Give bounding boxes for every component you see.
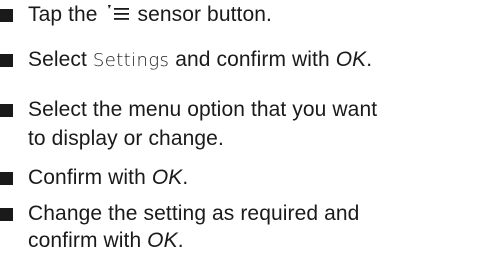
step-2-middle: and confirm with bbox=[175, 48, 330, 71]
bullet-icon bbox=[0, 208, 13, 221]
bullet-icon bbox=[0, 104, 13, 117]
bullet-icon bbox=[0, 9, 13, 22]
sensor-menu-icon bbox=[106, 3, 130, 23]
step-2-suffix: . bbox=[366, 48, 373, 71]
ok-label: OK bbox=[151, 166, 183, 189]
step-5-suffix: . bbox=[177, 229, 184, 252]
step-3-line-1: Select the menu option that you want bbox=[28, 98, 378, 121]
bullet-icon bbox=[0, 172, 13, 185]
step-5-line-2-prefix: confirm with bbox=[28, 229, 142, 252]
settings-menu-label: Settings bbox=[92, 50, 170, 71]
step-3-line-2: to display or change. bbox=[28, 127, 224, 150]
ok-label: OK bbox=[335, 48, 367, 71]
step-4-prefix: Confirm with bbox=[28, 166, 146, 189]
ok-label: OK bbox=[147, 229, 178, 252]
step-5-line-1: Change the setting as required and bbox=[28, 202, 360, 225]
step-2-prefix: Select bbox=[28, 48, 87, 71]
bullet-icon bbox=[0, 54, 13, 67]
step-1-text: Tap the sensor button. bbox=[28, 0, 480, 30]
step-1-suffix: sensor button. bbox=[137, 3, 272, 26]
step-4-text: Confirm with OK. bbox=[28, 163, 480, 193]
step-2-text: Select Settings and confirm with OK. bbox=[28, 45, 480, 76]
step-5-line-2: confirm with OK. bbox=[28, 226, 480, 256]
step-4-suffix: . bbox=[182, 166, 189, 189]
step-1-prefix: Tap the bbox=[28, 3, 98, 26]
